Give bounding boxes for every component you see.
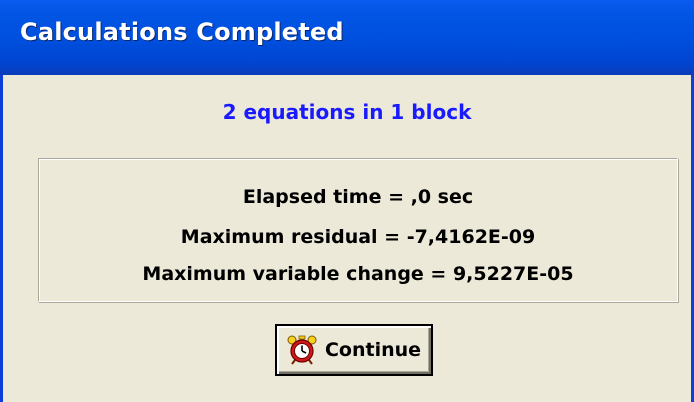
title-bar[interactable]: Calculations Completed [0, 0, 694, 75]
calculations-completed-dialog: Calculations Completed 2 equations in 1 … [0, 0, 694, 402]
equations-summary: 2 equations in 1 block [222, 100, 472, 124]
continue-button-label: Continue [324, 339, 422, 361]
continue-button[interactable]: Continue [275, 324, 433, 376]
alarm-clock-icon [287, 335, 317, 365]
elapsed-time-text: Elapsed time = ,0 sec [242, 186, 474, 208]
stats-panel: Elapsed time = ,0 sec Maximum residual =… [38, 158, 678, 302]
window-title: Calculations Completed [20, 18, 344, 46]
maximum-residual-text: Maximum residual = -7,4162E-09 [180, 226, 536, 248]
maximum-variable-change-text: Maximum variable change = 9,5227E-05 [142, 263, 574, 285]
